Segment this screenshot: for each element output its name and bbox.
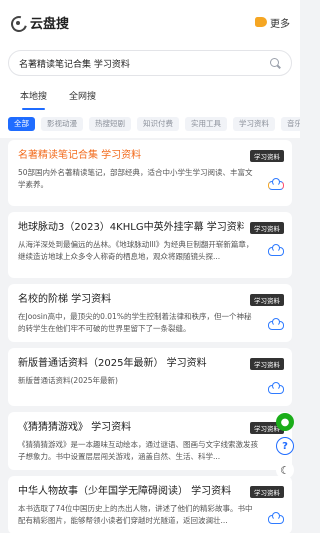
tab-web[interactable]: 全网搜 bbox=[69, 86, 96, 112]
result-desc: 本书选取了74位中国历史上的杰出人物，讲述了他们的精彩故事。书中配有精彩图片，能… bbox=[18, 504, 253, 525]
cloud-drive-icon[interactable] bbox=[268, 382, 284, 394]
chip-all[interactable]: 全部 bbox=[8, 117, 35, 131]
result-card[interactable]: 中华人物故事（少年国学无障碍阅读） 学习资料 本书选取了74位中国历史上的杰出人… bbox=[8, 476, 292, 533]
hand-point-icon bbox=[255, 17, 267, 27]
moon-icon[interactable]: ☾ bbox=[276, 461, 294, 479]
result-desc: 从海洋深处到最偏远的丛林。《地球脉动III》为经典巨制翻开崭新篇章，继续造访地球… bbox=[18, 240, 254, 261]
top-bar: 云盘搜 更多 bbox=[0, 0, 300, 44]
category-badge: 学习资料 bbox=[250, 294, 284, 306]
result-title[interactable]: 新版普通话资料（2025年最新） 学习资料 bbox=[18, 357, 244, 371]
search-box[interactable] bbox=[8, 50, 292, 76]
cloud-drive-icon[interactable] bbox=[268, 512, 284, 524]
result-card[interactable]: 名著精读笔记合集 学习资料 50部国内外名著精读笔记，部部经典，适合中小学生学习… bbox=[8, 140, 292, 206]
result-desc: 新版普通话资料(2025年最新) bbox=[18, 376, 118, 385]
search-icon[interactable] bbox=[270, 57, 281, 69]
result-title[interactable]: 《猜猜猜游戏》 学习资料 bbox=[18, 421, 244, 435]
source-tabs: 本地搜 全网搜 bbox=[0, 86, 300, 112]
result-desc: 在Joosin高中，最顶尖的0.01%的学生控制着法律和秩序，但一个神秘的转学生… bbox=[18, 312, 252, 333]
more-button[interactable]: 更多 bbox=[255, 15, 290, 30]
category-chips: 全部 影视动漫 热搜短剧 知识付费 实用工具 学习资料 音乐 bbox=[0, 112, 300, 138]
chip-shortdrama[interactable]: 热搜短剧 bbox=[89, 117, 131, 131]
category-badge: 学习资料 bbox=[250, 222, 284, 234]
floating-actions: ● ? ☾ bbox=[276, 413, 294, 479]
result-card[interactable]: 新版普通话资料（2025年最新） 学习资料 新版普通话资料(2025年最新) 学… bbox=[8, 348, 292, 406]
category-badge: 学习资料 bbox=[250, 150, 284, 162]
chip-video[interactable]: 影视动漫 bbox=[41, 117, 83, 131]
result-title[interactable]: 名校的阶梯 学习资料 bbox=[18, 293, 244, 307]
result-card[interactable]: 地球脉动3（2023）4KHLG中英外挂字幕 学习资料 从海洋深处到最偏远的丛林… bbox=[8, 212, 292, 278]
search-area bbox=[0, 44, 300, 86]
wechat-icon[interactable]: ● bbox=[276, 413, 294, 431]
result-desc: 《猜猜猜游戏》是一本趣味互动绘本，通过谜语、图画与文字线索激发孩子想象力。书中设… bbox=[18, 440, 258, 461]
chip-music[interactable]: 音乐 bbox=[281, 117, 300, 131]
tab-local[interactable]: 本地搜 bbox=[20, 86, 47, 112]
result-card[interactable]: 名校的阶梯 学习资料 在Joosin高中，最顶尖的0.01%的学生控制着法律和秩… bbox=[8, 284, 292, 342]
cloud-drive-icon[interactable] bbox=[268, 178, 284, 190]
cloud-drive-icon[interactable] bbox=[268, 244, 284, 256]
question-icon[interactable]: ? bbox=[276, 437, 294, 455]
cloud-search-logo-icon bbox=[10, 15, 24, 29]
result-title[interactable]: 名著精读笔记合集 学习资料 bbox=[18, 149, 244, 163]
category-badge: 学习资料 bbox=[250, 358, 284, 370]
category-badge: 学习资料 bbox=[250, 486, 284, 498]
cloud-drive-icon[interactable] bbox=[268, 318, 284, 330]
more-label: 更多 bbox=[270, 18, 290, 30]
result-card[interactable]: 《猜猜猜游戏》 学习资料 《猜猜猜游戏》是一本趣味互动绘本，通过谜语、图画与文字… bbox=[8, 412, 292, 470]
result-title[interactable]: 中华人物故事（少年国学无障碍阅读） 学习资料 bbox=[18, 485, 244, 499]
chip-tools[interactable]: 实用工具 bbox=[185, 117, 227, 131]
app-title: 云盘搜 bbox=[30, 16, 70, 32]
result-title[interactable]: 地球脉动3（2023）4KHLG中英外挂字幕 学习资料 bbox=[18, 221, 244, 235]
chip-knowledge[interactable]: 知识付费 bbox=[137, 117, 179, 131]
chip-study[interactable]: 学习资料 bbox=[233, 117, 275, 131]
result-desc: 50部国内外名著精读笔记，部部经典，适合中小学生学习阅读、丰富文学素养。 bbox=[18, 168, 253, 189]
search-input[interactable] bbox=[19, 58, 270, 68]
